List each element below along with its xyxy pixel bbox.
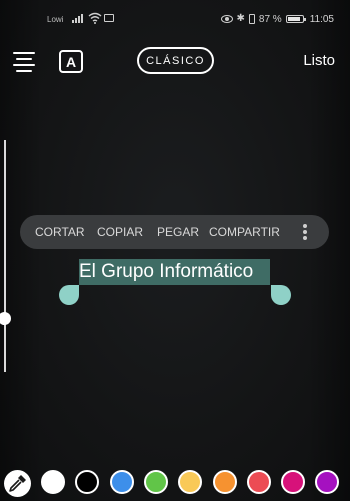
battery-icon	[285, 15, 306, 23]
text-background-button[interactable]: A	[59, 50, 83, 73]
status-clock: 11:05	[309, 13, 334, 25]
eye-comfort-icon	[220, 15, 233, 23]
bluetooth-icon: ✱	[236, 13, 245, 24]
share-menu-item[interactable]: COMPARTIR	[209, 225, 280, 239]
eyedropper-icon	[9, 475, 26, 492]
vibrate-icon	[248, 14, 255, 24]
color-palette	[0, 466, 350, 498]
color-swatch-magenta[interactable]	[281, 470, 306, 494]
text-size-slider-thumb[interactable]	[0, 312, 11, 325]
paste-menu-item[interactable]: PEGAR	[157, 225, 199, 239]
signal-icon	[72, 13, 86, 23]
done-button[interactable]: Listo	[303, 52, 335, 69]
color-swatch-purple[interactable]	[315, 470, 340, 494]
story-text[interactable]: El Grupo Informático	[79, 259, 270, 285]
background-vignette	[0, 0, 350, 501]
color-swatch-blue[interactable]	[109, 470, 134, 494]
text-align-icon[interactable]	[13, 52, 35, 72]
battery-percentage: 87 %	[258, 13, 282, 25]
nfc-icon	[104, 14, 114, 22]
color-swatch-red[interactable]	[246, 470, 271, 494]
color-swatch-orange[interactable]	[212, 470, 237, 494]
selection-end-handle[interactable]	[271, 285, 291, 305]
color-swatch-yellow[interactable]	[178, 470, 203, 494]
copy-menu-item[interactable]: COPIAR	[97, 225, 143, 239]
font-style-button[interactable]: CLÁSICO	[137, 47, 214, 74]
more-options-icon[interactable]	[303, 224, 307, 240]
eyedropper-button[interactable]	[4, 470, 31, 497]
cut-menu-item[interactable]: CORTAR	[35, 225, 85, 239]
carrier-label: Lowi	[47, 15, 64, 24]
selection-start-handle[interactable]	[59, 285, 79, 305]
text-size-slider[interactable]	[4, 140, 6, 372]
color-swatch-green[interactable]	[143, 470, 168, 494]
color-swatch-black[interactable]	[75, 470, 100, 494]
status-right-group: ✱ 87 % 11:05	[220, 12, 334, 26]
wifi-icon	[88, 12, 102, 24]
status-bar: Lowi ✱ 87 % 11:05	[0, 0, 350, 40]
color-swatch-white[interactable]	[41, 470, 65, 494]
text-context-menu: CORTAR COPIAR PEGAR COMPARTIR	[20, 215, 329, 249]
